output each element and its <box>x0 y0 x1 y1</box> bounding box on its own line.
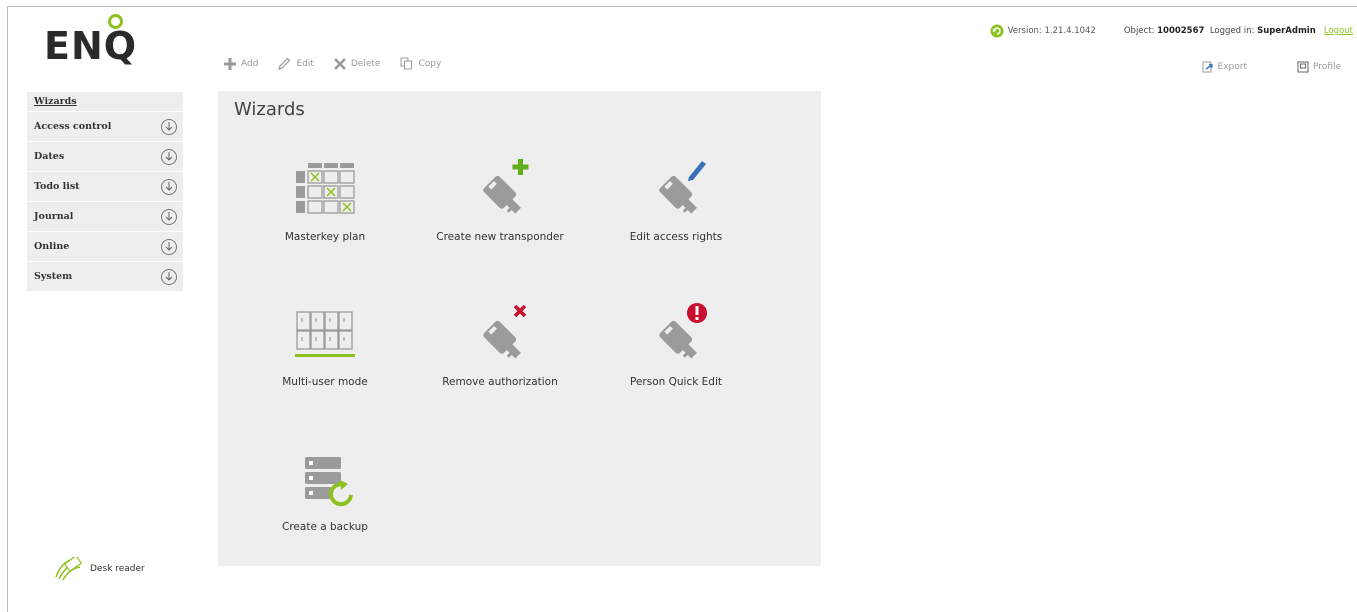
copy-button[interactable]: Copy <box>400 57 441 70</box>
sidebar-item-label: System <box>34 271 73 282</box>
tile-label: Create a backup <box>282 521 368 533</box>
key-add-icon <box>483 159 529 214</box>
add-label: Add <box>241 58 259 69</box>
eniq-logo: ENQ <box>44 14 137 68</box>
key-edit-icon <box>659 161 706 214</box>
logout-link[interactable]: Logout <box>1324 26 1353 36</box>
create-backup-tile[interactable]: Create a backup <box>245 441 405 533</box>
sidebar-item-label: Dates <box>34 151 65 162</box>
object-value: 10002567 <box>1157 26 1205 36</box>
logged-in-user: SuperAdmin <box>1257 26 1316 36</box>
delete-button[interactable]: Delete <box>333 57 381 70</box>
sidebar-item-label: Access control <box>34 121 112 132</box>
sidebar-item-label: Journal <box>34 211 74 222</box>
x-icon <box>333 57 346 70</box>
pencil-icon <box>278 57 291 70</box>
tile-label: Remove authorization <box>442 376 558 388</box>
masterkey-plan-tile[interactable]: Masterkey plan <box>245 151 405 243</box>
tile-label: Multi-user mode <box>282 376 368 388</box>
expand-arrow-icon[interactable] <box>161 118 177 135</box>
profile-label: Profile <box>1313 62 1341 72</box>
export-button[interactable]: Export <box>1202 61 1247 73</box>
person-quick-edit-tile[interactable]: Person Quick Edit <box>596 296 756 388</box>
profile-icon <box>1297 61 1309 73</box>
tile-label: Person Quick Edit <box>630 376 722 388</box>
add-button[interactable]: Add <box>224 57 258 70</box>
copy-label: Copy <box>418 58 442 69</box>
wizards-panel: Wizards Masterkey plan Create new transp… <box>218 91 821 566</box>
version-label: Version: 1.21.4.1042 <box>1007 26 1096 36</box>
edit-button[interactable]: Edit <box>278 57 314 70</box>
key-alert-icon <box>659 303 707 359</box>
logged-in-label: Logged in: <box>1209 26 1255 36</box>
sidebar-item-online[interactable]: Online <box>27 232 183 262</box>
sidebar-item-journal[interactable]: Journal <box>27 202 183 232</box>
expand-arrow-icon[interactable] <box>161 148 177 165</box>
right-tools: Export Profile <box>1202 61 1341 73</box>
masterkey-grid-icon <box>296 163 355 214</box>
header-info: Version: 1.21.4.1042 Object: 10002567 Lo… <box>990 24 1353 38</box>
sidebar-item-label: Todo list <box>34 181 80 192</box>
sidebar-item-label: Wizards <box>34 96 77 107</box>
copy-icon <box>400 57 413 70</box>
lockers-icon <box>295 311 355 357</box>
delete-label: Delete <box>350 58 381 69</box>
export-label: Export <box>1217 62 1248 72</box>
sidebar-item-access-control[interactable]: Access control <box>27 112 183 142</box>
server-backup-icon <box>305 457 353 507</box>
tile-label: Create new transponder <box>436 231 564 243</box>
refresh-status-icon <box>990 24 1004 38</box>
key-remove-icon <box>483 304 527 359</box>
sidebar-item-label: Online <box>34 241 70 252</box>
sidebar-item-dates[interactable]: Dates <box>27 142 183 172</box>
expand-arrow-icon[interactable] <box>161 238 177 255</box>
sidebar-item-wizards[interactable]: Wizards <box>27 92 183 112</box>
sidebar: Wizards Access control Dates Todo list J… <box>27 92 183 292</box>
page-title: Wizards <box>234 99 305 120</box>
tile-label: Masterkey plan <box>284 231 366 243</box>
expand-arrow-icon[interactable] <box>161 178 177 195</box>
expand-arrow-icon[interactable] <box>161 268 177 285</box>
remove-authorization-tile[interactable]: Remove authorization <box>420 296 580 388</box>
toolbar: Add Edit Delete Copy <box>224 57 441 70</box>
desk-reader-icon <box>55 557 83 581</box>
profile-button[interactable]: Profile <box>1297 61 1341 73</box>
multi-user-mode-tile[interactable]: Multi-user mode <box>245 296 405 388</box>
edit-access-rights-tile[interactable]: Edit access rights <box>596 151 756 243</box>
create-new-transponder-tile[interactable]: Create new transponder <box>420 151 580 243</box>
desk-reader[interactable]: Desk reader <box>54 557 145 581</box>
plus-icon <box>224 57 236 70</box>
object-label: Object: <box>1123 26 1155 36</box>
sidebar-item-todo-list[interactable]: Todo list <box>27 172 183 202</box>
tile-label: Edit access rights <box>629 231 723 243</box>
version-info: Version: 1.21.4.1042 <box>990 24 1096 38</box>
export-icon <box>1202 61 1213 73</box>
expand-arrow-icon[interactable] <box>161 208 177 225</box>
edit-label: Edit <box>296 58 314 69</box>
desk-reader-label: Desk reader <box>90 564 145 574</box>
sidebar-item-system[interactable]: System <box>27 262 183 292</box>
